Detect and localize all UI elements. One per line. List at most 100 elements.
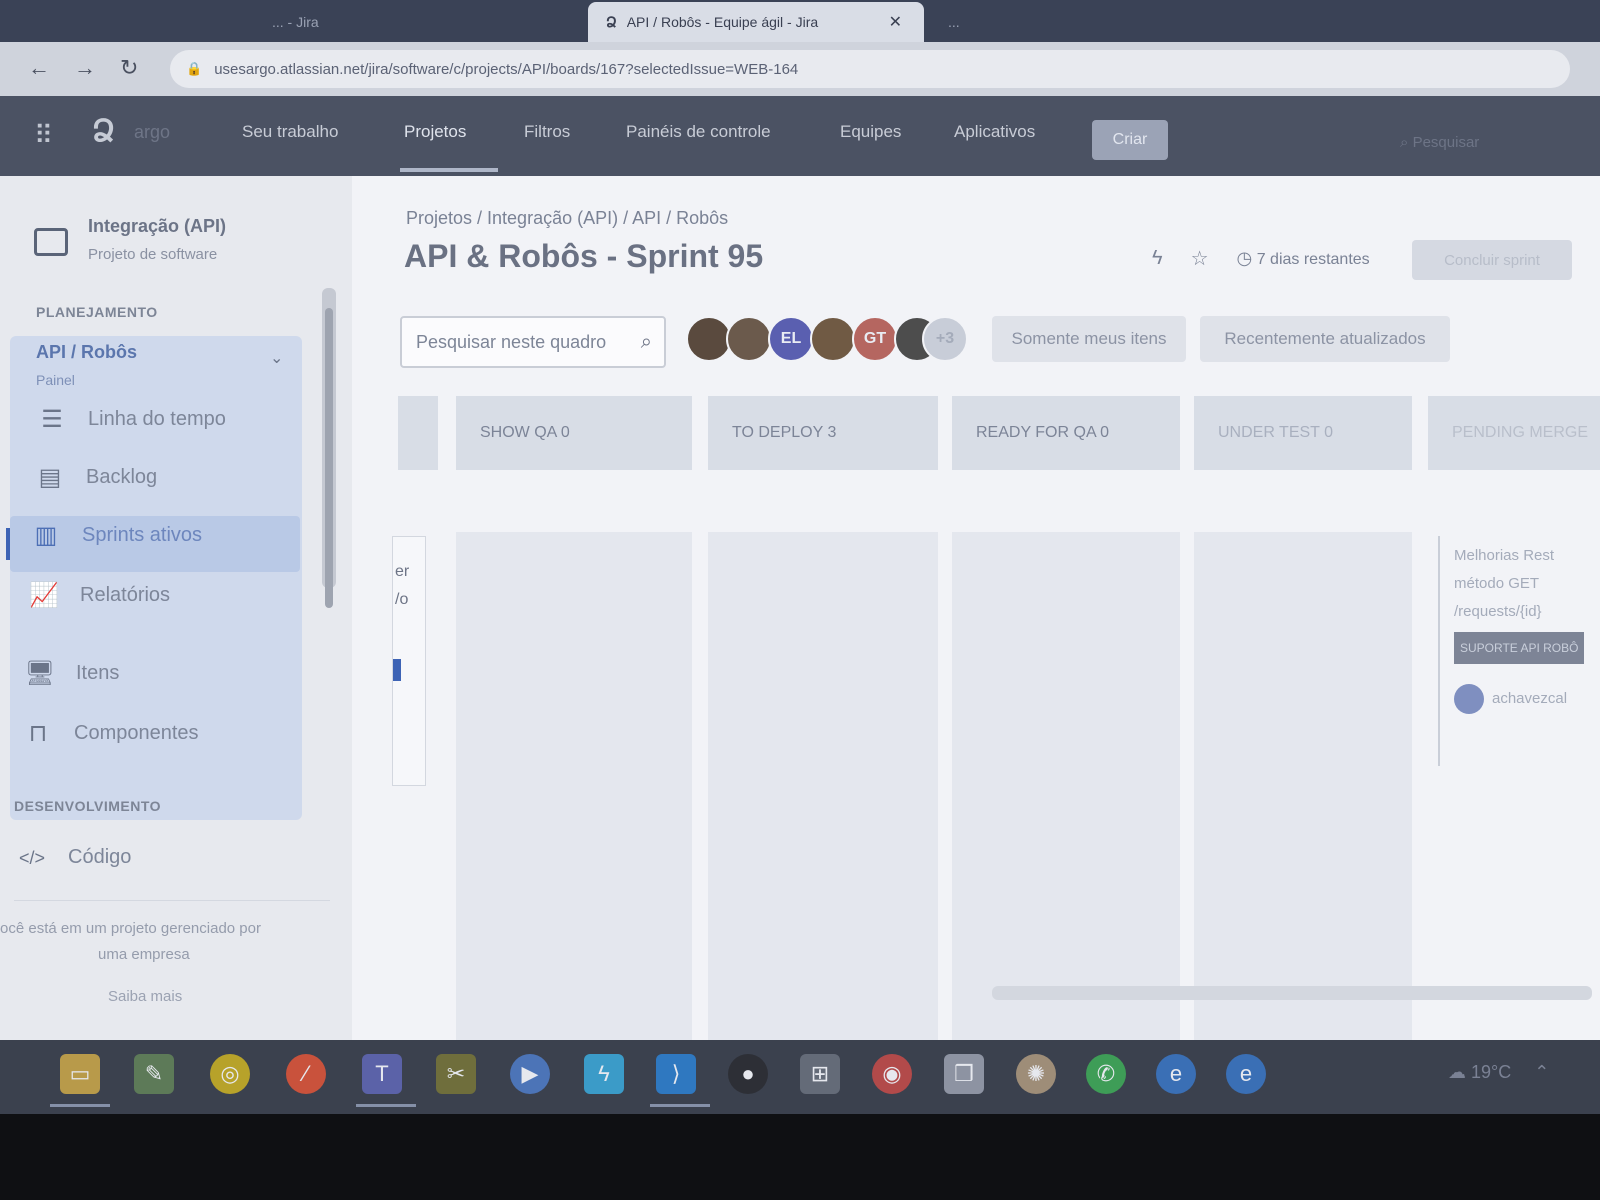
browser-tab-inactive[interactable]: ...	[936, 4, 1136, 40]
card-user-name: achavezcal	[1492, 690, 1568, 707]
sidebar-scrollbar-thumb[interactable]	[325, 308, 333, 608]
vscode-icon[interactable]: ⟩	[656, 1054, 696, 1094]
browser-tab-inactive[interactable]: ... - Jira	[260, 4, 560, 40]
nav-seu-trabalho[interactable]: Seu trabalho	[242, 122, 338, 142]
edge-beta-icon[interactable]: e	[1226, 1054, 1266, 1094]
filter-recently-updated[interactable]: Recentemente atualizados	[1200, 316, 1450, 362]
lock-icon: 🔒	[186, 61, 203, 76]
create-button[interactable]: Criar	[1092, 120, 1168, 160]
avatar-initials: +3	[935, 330, 955, 347]
lightning-icon[interactable]: ϟ	[1152, 247, 1163, 270]
taskbar-active-indicator	[356, 1104, 416, 1107]
chevron-down-icon[interactable]: ⌄	[270, 348, 283, 368]
nav-search[interactable]: ⌕ Pesquisar	[1400, 134, 1479, 151]
complete-sprint-button[interactable]: Concluir sprint	[1412, 240, 1572, 280]
card-text: Melhorias Rest	[1454, 547, 1555, 564]
project-icon	[34, 228, 68, 256]
project-sidebar: Integração (API) Projeto de software PLA…	[0, 176, 352, 1040]
issues-icon: 🖥	[24, 660, 56, 687]
app-switcher-icon[interactable]: ⠿	[34, 120, 53, 151]
avatar-initials: GT	[863, 330, 887, 347]
board-search-input[interactable]	[414, 330, 631, 354]
column-header-to-deploy[interactable]: TO DEPLOY 3	[708, 396, 938, 470]
card-user: achavezcal	[1454, 684, 1600, 714]
planning-heading: PLANEJAMENTO	[36, 304, 158, 320]
back-arrow-icon[interactable]: ←	[28, 56, 50, 80]
snip-tool-icon[interactable]: ✂	[436, 1054, 476, 1094]
sidebar-item-reports[interactable]: 📈 Relatórios	[26, 578, 356, 618]
desk-surface	[0, 1114, 1600, 1200]
page-title: API & Robôs - Sprint 95	[404, 238, 764, 274]
sidebar-item-backlog[interactable]: ▤ Backlog	[32, 460, 362, 500]
windows-taskbar: ▭ ✎ ◎ ⁄ T ✂ ▶ ϟ ⟩ ● ⊞ ◉ ❒ ✺ ✆ e e ☁ 19°C…	[0, 1040, 1600, 1114]
nav-filtros[interactable]: Filtros	[524, 122, 570, 142]
avatar-more[interactable]: +3	[922, 316, 968, 362]
sidebar-item-active-sprints[interactable]: ▥ Sprints ativos	[28, 518, 358, 558]
app-icon[interactable]: ✺	[1016, 1054, 1056, 1094]
notepad-icon[interactable]: ✎	[134, 1054, 174, 1094]
logo[interactable]: Ձ	[92, 114, 115, 149]
reload-icon[interactable]: ↻	[120, 56, 138, 80]
teams-icon[interactable]: T	[362, 1054, 402, 1094]
issue-card-partial[interactable]: er /o	[392, 536, 426, 786]
sidebar-item-code[interactable]: </> Código	[14, 840, 344, 880]
components-icon: ⊓	[28, 720, 48, 747]
sidebar-item-components[interactable]: ⊓ Componentes	[20, 716, 350, 756]
project-type: Projeto de software	[88, 246, 218, 263]
column-header-ready-for-qa[interactable]: READY FOR QA 0	[952, 396, 1180, 470]
timeline-icon: ☰	[41, 406, 63, 433]
file-explorer-icon[interactable]: ▭	[60, 1054, 100, 1094]
browser-tab-active[interactable]: Ձ API / Robôs - Equipe ágil - Jira ✕	[588, 2, 924, 42]
issue-card-pending-merge[interactable]: Melhorias Rest método GET /requests/{id}…	[1438, 536, 1600, 766]
board-horizontal-scrollbar[interactable]	[992, 986, 1592, 1000]
avatar[interactable]: EL	[768, 316, 814, 362]
filter-only-mine[interactable]: Somente meus itens	[992, 316, 1186, 362]
url-text: usesargo.atlassian.net/jira/software/c/p…	[214, 60, 799, 78]
nav-projetos[interactable]: Projetos	[404, 122, 466, 142]
project-name[interactable]: Integração (API)	[88, 216, 226, 237]
star-icon[interactable]: ☆	[1191, 246, 1209, 271]
tab-title: ...	[948, 14, 960, 30]
days-remaining-text: 7 dias restantes	[1256, 251, 1370, 268]
learn-more-link[interactable]: Saiba mais	[108, 988, 182, 1005]
cloud-icon: ☁	[1448, 1062, 1466, 1082]
whatsapp-icon[interactable]: ✆	[1086, 1054, 1126, 1094]
azure-data-studio-icon[interactable]: ϟ	[584, 1054, 624, 1094]
column-header-under-test[interactable]: UNDER TEST 0	[1194, 396, 1412, 470]
chevron-up-icon[interactable]: ⌃	[1534, 1062, 1549, 1082]
remote-desktop-icon[interactable]: ⊞	[800, 1054, 840, 1094]
address-bar[interactable]: 🔒 usesargo.atlassian.net/jira/software/c…	[170, 50, 1570, 88]
column-header-pending-merge[interactable]: PENDING MERGE	[1428, 396, 1600, 470]
edge-icon[interactable]: e	[1156, 1054, 1196, 1094]
search-icon: ⌕	[640, 330, 652, 353]
postman-icon[interactable]: ⁄	[286, 1054, 326, 1094]
board-name[interactable]: API / Robôs	[36, 342, 137, 363]
forward-arrow-icon[interactable]: →	[74, 56, 96, 80]
sidebar-item-issues[interactable]: 🖥 Itens	[22, 656, 352, 696]
nav-equipes[interactable]: Equipes	[840, 122, 901, 142]
media-player-icon[interactable]: ▶	[510, 1054, 550, 1094]
card-epic-tag: SUPORTE API ROBÔ	[1454, 632, 1585, 664]
jira-top-nav: ⠿ Ձ argo Seu trabalho Projetos Filtros P…	[0, 96, 1600, 176]
avatar[interactable]	[810, 316, 856, 362]
github-icon[interactable]: ●	[728, 1054, 768, 1094]
column-to-deploy	[708, 532, 938, 1040]
sidebar-active-marker	[6, 528, 10, 560]
files-icon[interactable]: ❒	[944, 1054, 984, 1094]
board-search[interactable]: ⌕	[400, 316, 666, 368]
column-ready-for-qa	[952, 532, 1180, 1040]
column-header-show-qa[interactable]: SHOW QA 0	[456, 396, 692, 470]
weather-temp: 19°C	[1471, 1062, 1512, 1082]
sidebar-item-timeline[interactable]: ☰ Linha do tempo	[34, 402, 364, 442]
tab-title: ... - Jira	[272, 14, 319, 30]
nav-aplicativos[interactable]: Aplicativos	[954, 122, 1035, 142]
column-under-test	[1194, 532, 1412, 1040]
chrome-canary-icon[interactable]: ◎	[210, 1054, 250, 1094]
close-icon[interactable]: ✕	[889, 12, 902, 32]
chrome-icon[interactable]: ◉	[872, 1054, 912, 1094]
nav-paineis[interactable]: Painéis de controle	[626, 122, 771, 142]
breadcrumb[interactable]: Projetos / Integração (API) / API / Robô…	[406, 208, 728, 229]
avatar[interactable]: GT	[852, 316, 898, 362]
system-tray: ☁ 19°C ⌃	[1448, 1062, 1549, 1083]
avatar[interactable]	[726, 316, 772, 362]
